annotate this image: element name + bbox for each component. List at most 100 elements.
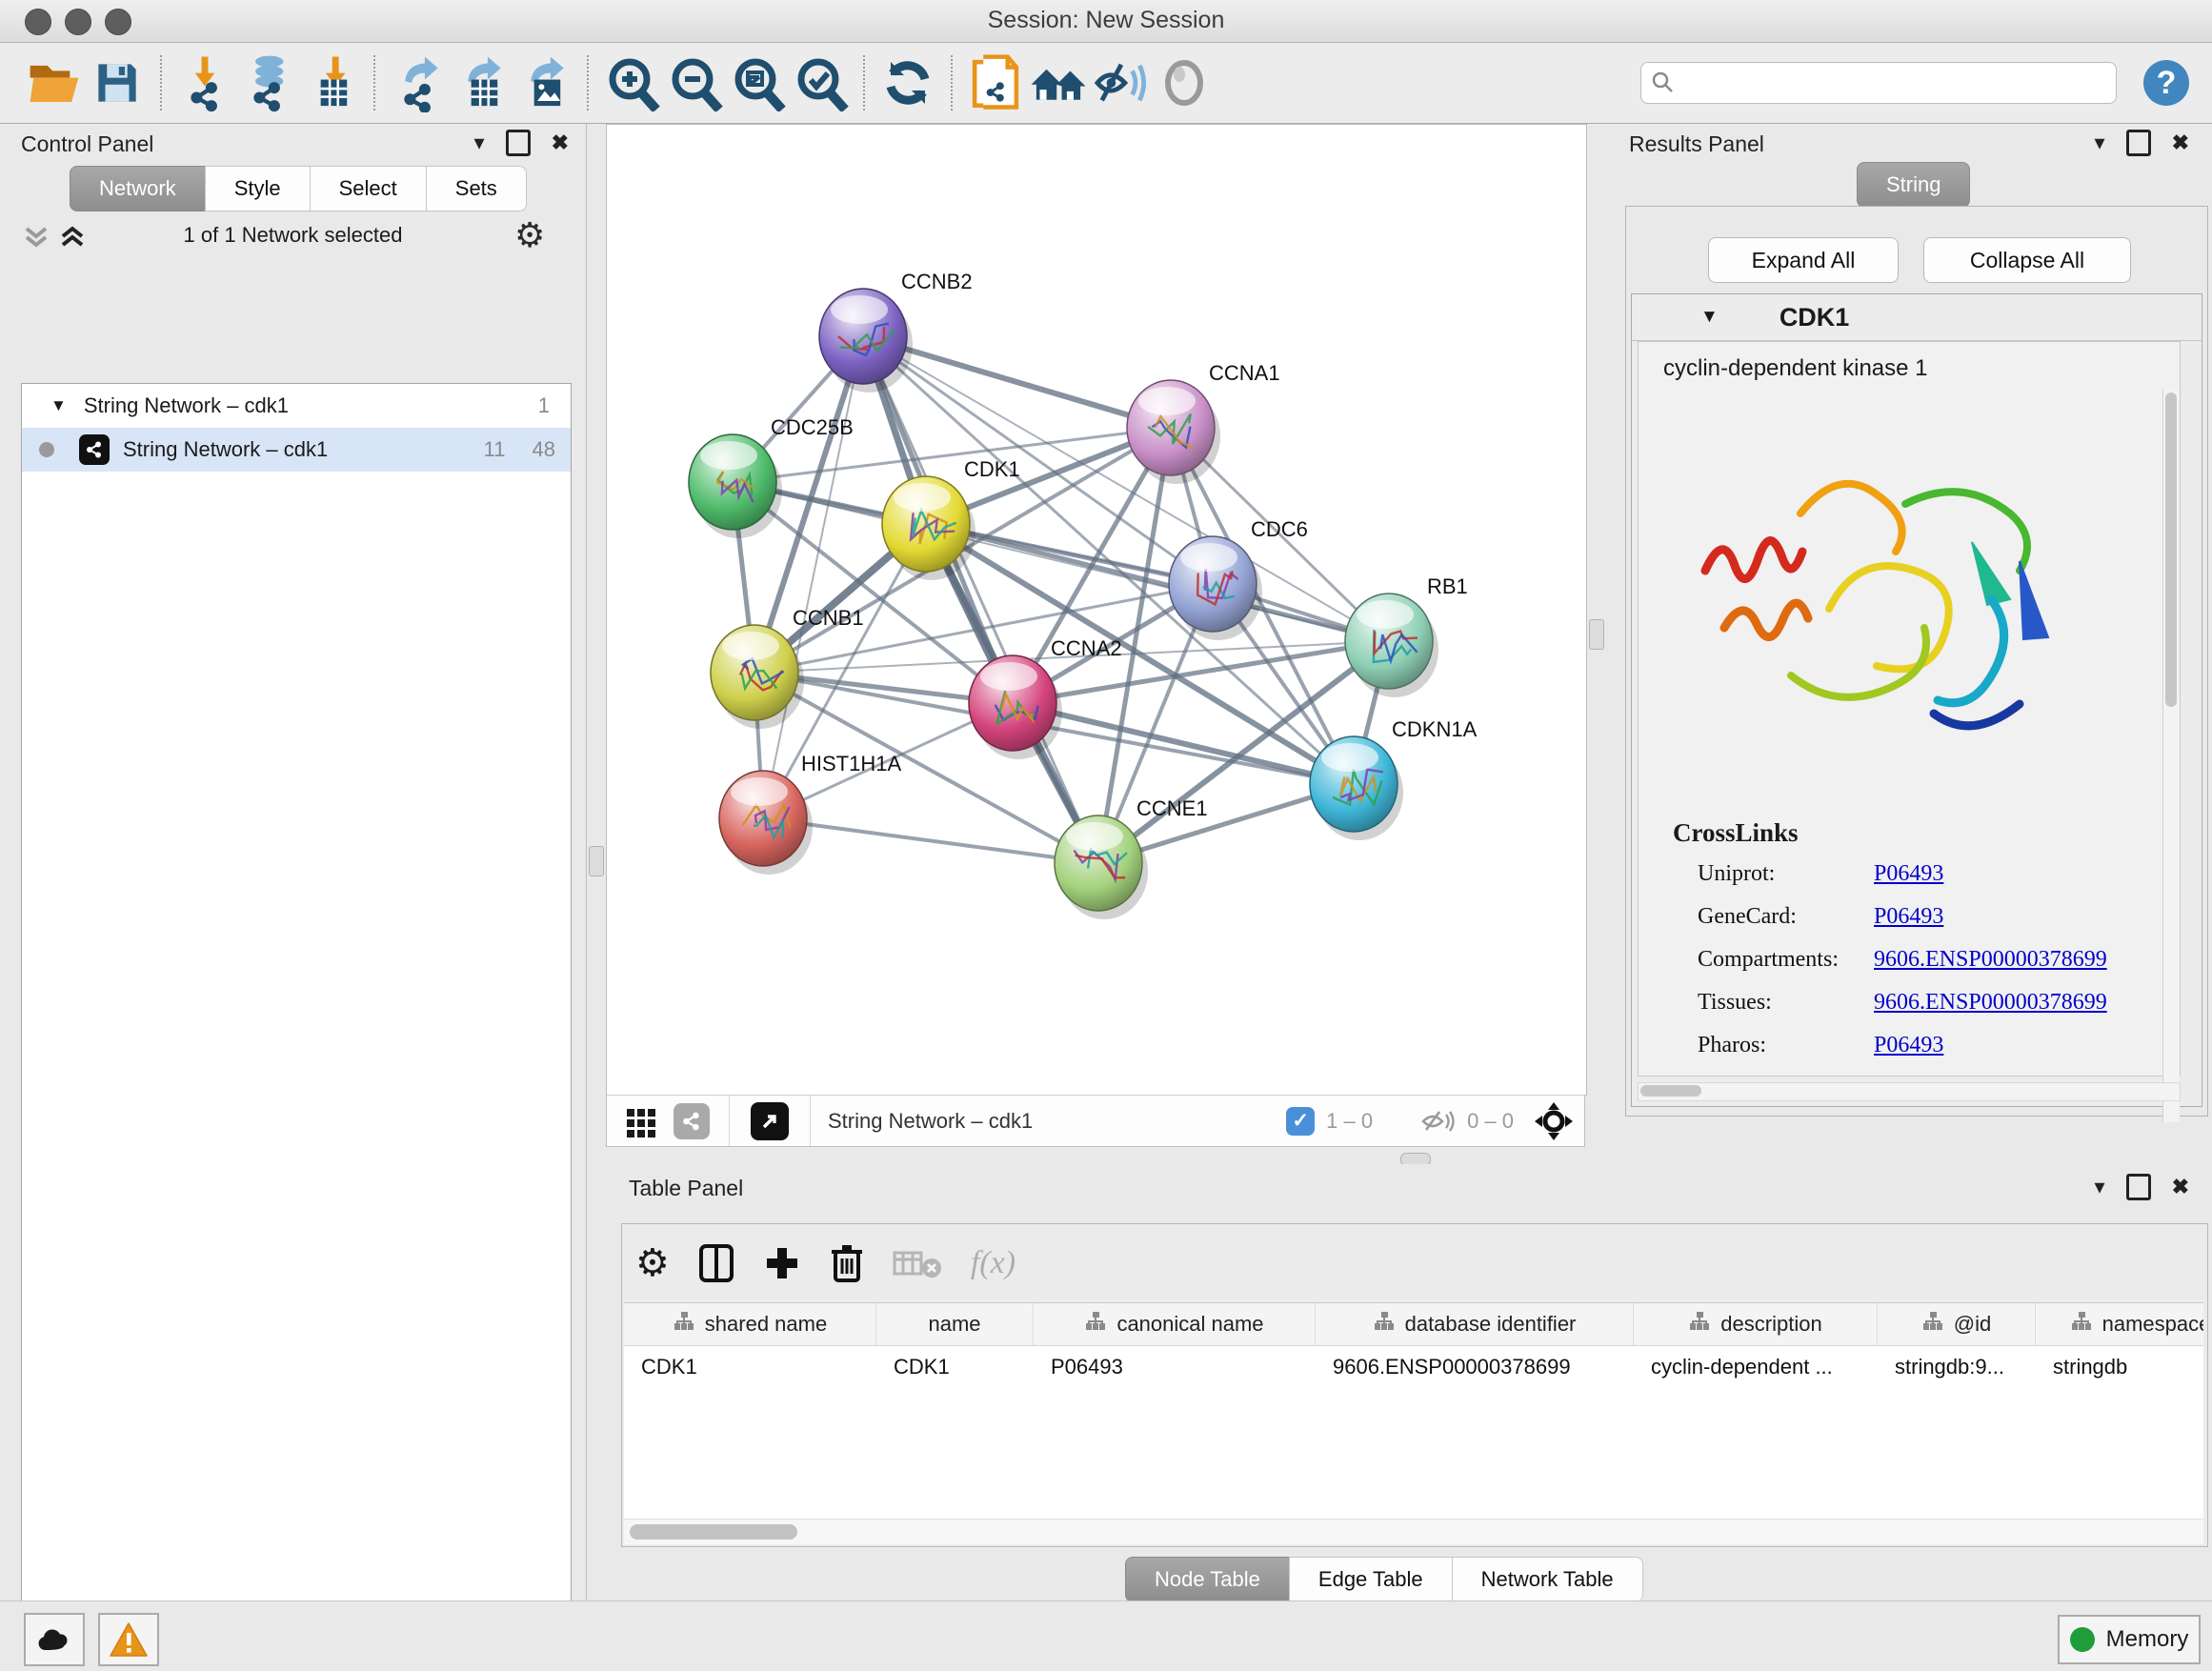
crosslink-link[interactable]: 9606.ENSP00000378699 [1874,947,2107,973]
crosslink-link[interactable]: P06493 [1874,1033,1943,1058]
edge-count: 48 [533,437,555,462]
show-columns-icon[interactable] [698,1243,734,1283]
protein-section-header[interactable]: ▼ CDK1 [1632,294,2202,341]
add-column-icon[interactable] [763,1244,801,1282]
table-horizontal-scrollbar[interactable] [624,1519,2203,1544]
show-eye-icon[interactable] [1153,51,1216,114]
node-label-ccna2: CCNA2 [1051,636,1122,660]
tab-node-table[interactable]: Node Table [1125,1557,1290,1602]
share-document-icon[interactable] [964,51,1027,114]
cloud-button[interactable] [24,1613,85,1666]
toolbar-separator [951,55,953,111]
open-session-icon[interactable] [23,51,86,114]
results-vertical-scrollbar[interactable] [2162,389,2180,1122]
tab-string[interactable]: String [1857,162,1970,208]
memory-button[interactable]: Memory [2058,1615,2201,1664]
import-network-icon[interactable] [173,51,236,114]
protein-node-ccne1[interactable] [1055,815,1148,919]
table-row[interactable]: CDK1CDK1P064939606.ENSP00000378699cyclin… [624,1346,2203,1388]
table-panel-title: Table Panel [629,1176,743,1201]
protein-node-cdkn1a[interactable] [1310,736,1403,840]
left-splitter-handle[interactable] [589,846,604,876]
protein-description: cyclin-dependent kinase 1 [1663,355,2180,382]
zoom-fit-icon[interactable] [726,51,789,114]
birdseye-share-icon[interactable] [674,1103,710,1139]
network-tree-child-row[interactable]: String Network – cdk1 11 48 [22,428,571,472]
collapse-all-button[interactable]: Collapse All [1923,237,2131,283]
search-input[interactable] [1676,70,2106,96]
tab-network-table[interactable]: Network Table [1452,1557,1643,1602]
tab-select[interactable]: Select [310,166,427,211]
crosslink-label: Compartments: [1698,947,1874,973]
home-icon[interactable] [1027,51,1090,114]
protein-node-cdk1[interactable] [882,476,975,580]
protein-node-ccna2[interactable] [969,655,1062,759]
control-panel-controls: ▾ ✖ [474,130,569,156]
refresh-icon[interactable] [876,51,939,114]
control-panel: Control Panel ▾ ✖ NetworkStyleSelectSets… [0,124,587,1601]
gear-icon[interactable]: ⚙ [514,215,545,255]
grid-view-icon[interactable] [624,1104,658,1138]
protein-node-cdc6[interactable] [1169,536,1262,640]
import-database-icon[interactable] [236,51,299,114]
toolbar-separator [810,1096,811,1146]
zoom-selected-icon[interactable] [789,51,852,114]
crosslink-link[interactable]: 9606.ENSP00000378699 [1874,990,2107,1016]
toolbar-separator [587,55,589,111]
selected-checkbox-icon[interactable]: ✓ [1286,1107,1315,1136]
tab-sets[interactable]: Sets [426,166,527,211]
crosslink-label: Uniprot: [1698,861,1874,887]
crosslink-link[interactable]: P06493 [1874,861,1943,887]
zoom-in-icon[interactable] [600,51,663,114]
column-header-name[interactable]: name [876,1303,1034,1345]
panel-close-icon[interactable]: ✖ [2172,131,2189,155]
protein-node-cdc25b[interactable] [689,434,782,538]
panel-close-icon[interactable]: ✖ [2172,1175,2189,1199]
protein-node-ccna1[interactable] [1127,380,1220,484]
right-splitter-handle[interactable] [1589,619,1604,650]
table-settings-gear-icon[interactable]: ⚙ [635,1241,670,1285]
column-header-canonicalname[interactable]: canonical name [1034,1303,1316,1345]
save-session-icon[interactable] [86,51,149,114]
tab-edge-table[interactable]: Edge Table [1289,1557,1453,1602]
column-header-description[interactable]: description [1634,1303,1878,1345]
export-image-icon[interactable] [513,51,575,114]
panel-close-icon[interactable]: ✖ [552,131,569,155]
results-horizontal-scrollbar[interactable] [1638,1082,2181,1101]
panel-float-icon[interactable] [2126,130,2151,156]
protein-node-hist1h1a[interactable] [719,771,813,875]
panel-menu-icon[interactable]: ▾ [474,131,485,155]
open-in-window-icon[interactable] [751,1102,789,1140]
network-tree-root-row[interactable]: ▼ String Network – cdk1 1 [22,384,571,428]
network-tree: ▼ String Network – cdk1 1 String Network… [21,383,572,1671]
column-header-namespace[interactable]: namespace [2036,1303,2203,1345]
import-table-icon[interactable] [299,51,362,114]
column-header-id[interactable]: @id [1878,1303,2036,1345]
export-network-icon[interactable] [387,51,450,114]
crosslink-row: GeneCard:P06493 [1698,904,2155,930]
warning-button[interactable] [98,1613,159,1666]
section-collapse-icon[interactable]: ▼ [1700,307,1719,328]
panel-float-icon[interactable] [506,130,531,156]
tab-network[interactable]: Network [70,166,206,211]
crosslink-link[interactable]: P06493 [1874,904,1943,930]
panel-menu-icon[interactable]: ▾ [2095,131,2105,155]
protein-node-rb1[interactable] [1345,594,1438,697]
panel-menu-icon[interactable]: ▾ [2095,1175,2105,1199]
panel-float-icon[interactable] [2126,1174,2151,1200]
export-table-icon[interactable] [450,51,513,114]
tab-style[interactable]: Style [205,166,311,211]
network-graph[interactable]: CCNB2CCNA1CDC25BCDK1CDC6RB1CCNB1CCNA2CDK… [607,125,1586,1095]
tree-expander-icon[interactable]: ▼ [50,396,67,415]
help-icon[interactable]: ? [2143,60,2189,106]
table-toolbar: ⚙ f [635,1234,1016,1293]
hide-details-icon[interactable] [1090,51,1153,114]
zoom-out-icon[interactable] [663,51,726,114]
fit-crosshair-icon[interactable] [1533,1100,1575,1142]
column-header-databaseidentifier[interactable]: database identifier [1316,1303,1634,1345]
delete-column-icon[interactable] [830,1242,864,1284]
protein-node-ccnb2[interactable] [819,289,913,393]
column-header-sharedname[interactable]: shared name [624,1303,876,1345]
expand-all-button[interactable]: Expand All [1708,237,1899,283]
network-view-canvas[interactable]: CCNB2CCNA1CDC25BCDK1CDC6RB1CCNB1CCNA2CDK… [606,124,1587,1096]
